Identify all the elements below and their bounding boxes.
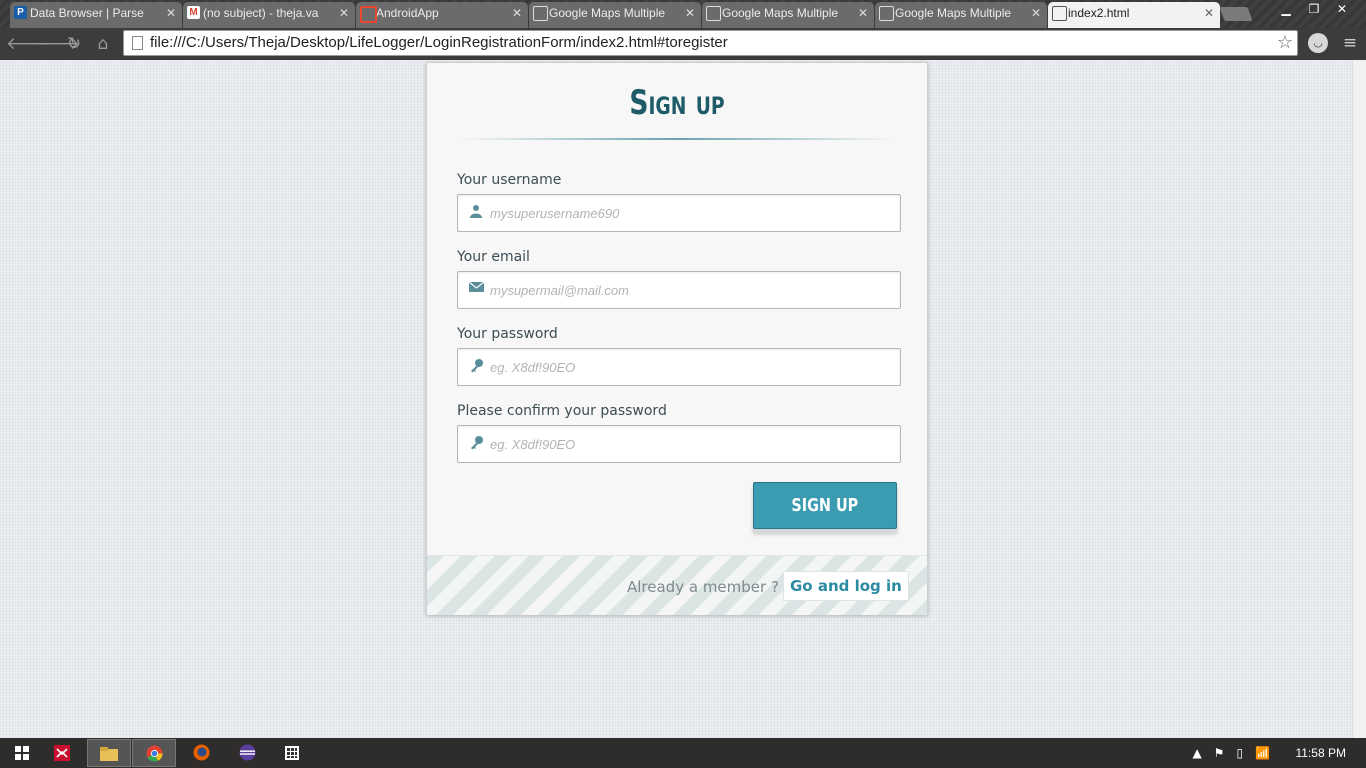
document-icon — [533, 6, 548, 21]
tab-title: Google Maps Multiple — [895, 6, 1012, 20]
tab-data-browser-parse[interactable]: P Data Browser | Parse ✕ — [10, 2, 182, 28]
document-icon — [879, 6, 894, 21]
confirm-password-label: Please confirm your password — [457, 403, 667, 419]
android-app-icon — [360, 6, 377, 23]
envelope-icon — [468, 281, 484, 297]
email-label: Your email — [457, 249, 530, 265]
go-and-log-in-link[interactable]: Go and log in — [783, 571, 909, 601]
close-tab-icon[interactable]: ✕ — [858, 2, 868, 24]
document-icon — [706, 6, 721, 21]
key-icon — [468, 435, 484, 451]
close-window-icon[interactable]: ✕ — [1328, 0, 1356, 18]
document-icon — [1052, 6, 1067, 21]
tab-title: index2.html — [1068, 6, 1130, 20]
tab-gmail[interactable]: M (no subject) - theja.va ✕ — [183, 2, 355, 28]
restore-icon[interactable]: ❐ — [1300, 0, 1328, 18]
password-label: Your password — [457, 326, 558, 342]
sign-up-button-label: SIGN UP — [791, 495, 859, 516]
tab-google-maps-2[interactable]: Google Maps Multiple ✕ — [702, 2, 874, 28]
form-footer: Already a member ? Go and log in — [427, 555, 927, 615]
bookmark-star-icon[interactable]: ☆ — [1277, 32, 1293, 54]
menu-icon[interactable]: ≡ — [1340, 33, 1360, 53]
close-tab-icon[interactable]: ✕ — [166, 2, 176, 24]
tab-android-app[interactable]: AndroidApp ✕ — [356, 2, 528, 28]
eclipse-icon[interactable] — [225, 739, 269, 767]
parse-icon: P — [14, 6, 27, 19]
battery-icon[interactable]: ▯ — [1236, 738, 1243, 768]
close-tab-icon[interactable]: ✕ — [512, 2, 522, 24]
gmail-icon: M — [187, 6, 200, 19]
tab-title: Google Maps Multiple — [722, 6, 839, 20]
browser-toolbar: 🡐 🡒 ↻ ⌂ file:///C:/Users/Theja/Desktop/L… — [0, 28, 1366, 60]
home-icon[interactable]: ⌂ — [92, 33, 114, 55]
username-input[interactable] — [490, 195, 890, 231]
form-title: Sign up — [629, 83, 725, 123]
forward-arrow-icon[interactable]: 🡒 — [34, 33, 80, 55]
window-controls: ▁ ❐ ✕ — [1272, 0, 1356, 20]
network-signal-icon[interactable]: 📶 — [1255, 738, 1270, 768]
confirm-password-field[interactable] — [457, 425, 901, 463]
user-icon — [468, 204, 484, 220]
username-label: Your username — [457, 172, 562, 188]
windows-taskbar: ▲ ⚑ ▯ 📶 11:58 PM — [0, 738, 1366, 768]
system-tray: ▲ ⚑ ▯ 📶 — [1180, 738, 1270, 768]
close-tab-icon[interactable]: ✕ — [1031, 2, 1041, 24]
signup-form: Sign up Your username Your email Your pa… — [426, 62, 928, 615]
action-center-flag-icon[interactable]: ⚑ — [1214, 738, 1225, 768]
page-icon — [132, 36, 143, 50]
back-arrow-icon[interactable]: 🡐 — [6, 33, 52, 55]
email-input[interactable] — [490, 272, 890, 308]
sign-up-button[interactable]: SIGN UP — [753, 482, 897, 529]
taskbar-clock[interactable]: 11:58 PM — [1296, 738, 1346, 768]
page-viewport: Sign up Your username Your email Your pa… — [0, 60, 1352, 738]
tab-title: (no subject) - theja.va — [203, 6, 319, 20]
visual-studio-icon[interactable] — [40, 739, 84, 767]
minimize-icon[interactable]: ▁ — [1272, 0, 1300, 18]
extension-icon[interactable]: ◡ — [1308, 33, 1328, 53]
url-text[interactable]: file:///C:/Users/Theja/Desktop/LifeLogge… — [150, 31, 728, 55]
close-tab-icon[interactable]: ✕ — [1204, 2, 1214, 24]
address-bar[interactable]: file:///C:/Users/Theja/Desktop/LifeLogge… — [123, 30, 1298, 56]
tab-title: AndroidApp — [376, 6, 439, 20]
close-tab-icon[interactable]: ✕ — [685, 2, 695, 24]
username-field[interactable] — [457, 194, 901, 232]
tab-index2[interactable]: index2.html ✕ — [1048, 2, 1220, 28]
tab-google-maps-1[interactable]: Google Maps Multiple ✕ — [529, 2, 701, 28]
new-tab-button[interactable] — [1219, 7, 1253, 21]
key-icon — [468, 358, 484, 374]
confirm-password-input[interactable] — [490, 426, 890, 462]
close-tab-icon[interactable]: ✕ — [339, 2, 349, 24]
show-hidden-icons-icon[interactable]: ▲ — [1192, 738, 1201, 768]
title-divider — [459, 138, 895, 140]
already-member-text: Already a member ? — [627, 578, 779, 596]
tab-title: Google Maps Multiple — [549, 6, 666, 20]
firefox-icon[interactable] — [179, 739, 223, 767]
email-field[interactable] — [457, 271, 901, 309]
tab-google-maps-3[interactable]: Google Maps Multiple ✕ — [875, 2, 1047, 28]
browser-tab-strip: P Data Browser | Parse ✕ M (no subject) … — [0, 0, 1366, 28]
password-field[interactable] — [457, 348, 901, 386]
password-input[interactable] — [490, 349, 890, 385]
file-explorer-icon[interactable] — [87, 739, 131, 767]
start-windows-icon[interactable] — [0, 739, 44, 767]
vertical-scrollbar[interactable] — [1352, 60, 1366, 738]
chrome-icon[interactable] — [132, 739, 176, 767]
tab-title: Data Browser | Parse — [30, 6, 144, 20]
calculator-icon[interactable] — [270, 739, 314, 767]
reload-icon[interactable]: ↻ — [63, 33, 85, 55]
